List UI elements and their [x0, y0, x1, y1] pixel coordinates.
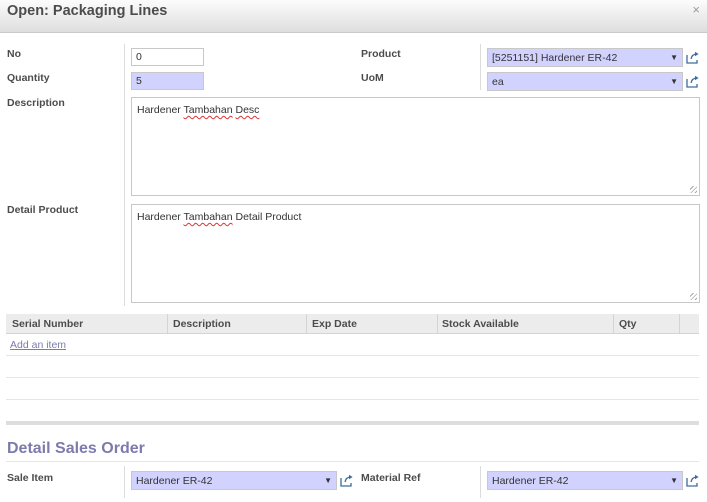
column-description[interactable]: Description: [173, 318, 231, 330]
external-link-icon[interactable]: [686, 474, 700, 487]
external-link-icon[interactable]: [340, 474, 354, 487]
product-select[interactable]: [5251151] Hardener ER-42 ▼: [487, 48, 683, 67]
dialog-header: Open: Packaging Lines ×: [0, 0, 707, 33]
material-ref-value: Hardener ER-42: [492, 475, 569, 487]
description-label: Description: [7, 97, 65, 109]
detail-product-rest: Detail Product: [235, 211, 302, 223]
column-divider: [306, 314, 307, 334]
section-title-detail-sales-order: Detail Sales Order: [7, 440, 145, 457]
description-word-1: Hardener: [137, 104, 181, 116]
column-divider: [679, 314, 680, 334]
sale-item-value: Hardener ER-42: [136, 475, 213, 487]
resize-grip-icon[interactable]: [690, 186, 697, 193]
no-label: No: [7, 48, 21, 60]
sale-item-select[interactable]: Hardener ER-42 ▼: [131, 471, 337, 490]
resize-grip-icon[interactable]: [690, 293, 697, 300]
column-divider: [437, 314, 438, 334]
column-divider: [167, 314, 168, 334]
material-ref-select[interactable]: Hardener ER-42 ▼: [487, 471, 683, 490]
external-link-icon[interactable]: [686, 75, 700, 88]
column-exp-date[interactable]: Exp Date: [312, 318, 357, 330]
column-serial-number[interactable]: Serial Number: [12, 318, 83, 330]
dropdown-arrow-icon: ▼: [670, 53, 678, 62]
sale-item-label: Sale Item: [7, 472, 54, 484]
description-word-2: Tambahan: [183, 104, 233, 116]
uom-value: ea: [492, 76, 504, 88]
form-column-divider: [124, 44, 125, 306]
column-divider: [613, 314, 614, 334]
add-item-link[interactable]: Add an item: [10, 339, 66, 351]
detail-product-label: Detail Product: [7, 204, 79, 216]
detail-product-word-2: Tambahan: [183, 211, 233, 223]
material-ref-label: Material Ref: [361, 472, 421, 484]
table-row: [6, 355, 699, 356]
sales-column-divider: [124, 466, 125, 498]
description-word-3: Desc: [235, 104, 260, 116]
dialog-title: Open: Packaging Lines: [7, 3, 168, 19]
uom-label: UoM: [361, 72, 384, 84]
column-stock-available[interactable]: Stock Available: [442, 318, 519, 330]
dropdown-arrow-icon: ▼: [670, 476, 678, 485]
detail-product-textarea[interactable]: Hardener Tambahan Detail Product: [131, 204, 700, 303]
dropdown-arrow-icon: ▼: [670, 77, 678, 86]
serial-table-header: Serial Number Description Exp Date Stock…: [6, 314, 699, 334]
table-row: [6, 399, 699, 400]
no-field[interactable]: 0: [131, 48, 204, 66]
uom-select[interactable]: ea ▼: [487, 72, 683, 91]
section-divider: [6, 461, 699, 462]
external-link-icon[interactable]: [686, 51, 700, 64]
detail-product-word-1: Hardener: [137, 211, 181, 223]
close-icon[interactable]: ×: [692, 2, 700, 17]
sales-column-divider-right: [480, 466, 481, 498]
product-label: Product: [361, 48, 401, 60]
quantity-field[interactable]: 5: [131, 72, 204, 90]
quantity-label: Quantity: [7, 72, 50, 84]
description-textarea[interactable]: Hardener Tambahan Desc: [131, 97, 700, 196]
dropdown-arrow-icon: ▼: [324, 476, 332, 485]
table-footer: [6, 421, 699, 425]
table-row: [6, 377, 699, 378]
product-value: [5251151] Hardener ER-42: [492, 52, 618, 64]
column-qty[interactable]: Qty: [619, 318, 637, 330]
form-column-divider-right: [480, 44, 481, 90]
